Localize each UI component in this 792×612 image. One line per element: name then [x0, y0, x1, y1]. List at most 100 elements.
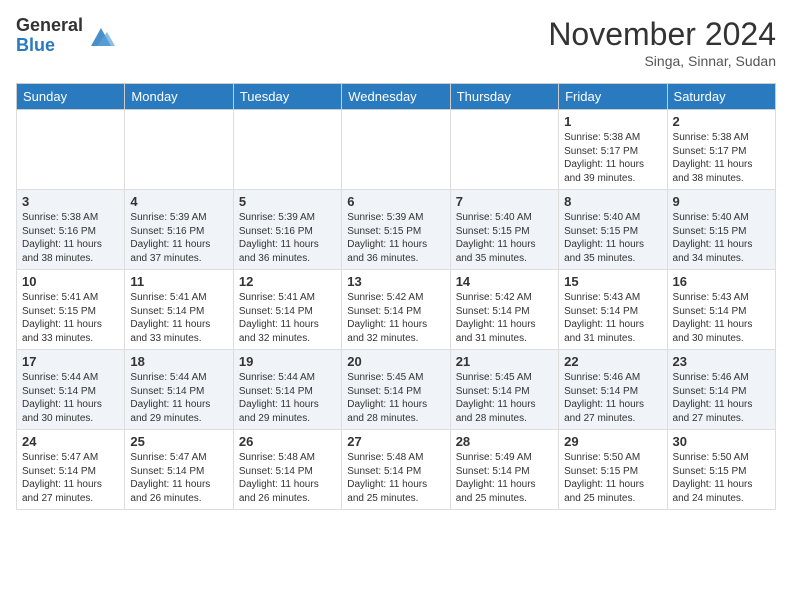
calendar-cell-0-3 [342, 110, 450, 190]
day-number: 23 [673, 354, 770, 369]
day-number: 10 [22, 274, 119, 289]
calendar-week-row-0: 1 Sunrise: 5:38 AM Sunset: 5:17 PM Daylig… [17, 110, 776, 190]
calendar-cell-1-5: 8Sunrise: 5:40 AM Sunset: 5:15 PM Daylig… [559, 190, 667, 270]
day-number: 22 [564, 354, 661, 369]
calendar-cell-1-2: 5 Sunrise: 5:39 AM Sunset: 5:16 PM Daylig… [233, 190, 341, 270]
calendar-cell-1-3: 6 Sunrise: 5:39 AM Sunset: 5:15 PM Daylig… [342, 190, 450, 270]
day-content: Sunrise: 5:48 AM Sunset: 5:14 PM Dayligh… [239, 451, 336, 505]
day-content: Sunrise: 5:39 AM Sunset: 5:15 PM Dayligh… [347, 211, 444, 265]
calendar-cell-1-0: 3 Sunrise: 5:38 AM Sunset: 5:16 PM Daylig… [17, 190, 125, 270]
day-number: 28 [456, 434, 553, 449]
day-content: Sunrise: 5:44 AM Sunset: 5:14 PM Dayligh… [239, 371, 336, 425]
day-content: Sunrise: 5:40 AM Sunset: 5:15 PM Dayligh… [673, 211, 770, 265]
day-number: 27 [347, 434, 444, 449]
logo: General Blue [16, 16, 115, 56]
calendar-cell-0-5: 1 Sunrise: 5:38 AM Sunset: 5:17 PM Daylig… [559, 110, 667, 190]
logo-blue: Blue [16, 36, 83, 56]
calendar-cell-3-2: 19 Sunrise: 5:44 AM Sunset: 5:14 PM Dayli… [233, 350, 341, 430]
col-saturday: Saturday [667, 84, 775, 110]
day-number: 6 [347, 194, 444, 209]
day-number: 26 [239, 434, 336, 449]
day-number: 4 [130, 194, 227, 209]
day-content: Sunrise: 5:38 AM Sunset: 5:16 PM Dayligh… [22, 211, 119, 265]
title-block: November 2024 Singa, Sinnar, Sudan [548, 16, 776, 69]
calendar-cell-4-2: 26 Sunrise: 5:48 AM Sunset: 5:14 PM Dayli… [233, 430, 341, 510]
day-number: 21 [456, 354, 553, 369]
calendar-cell-0-0 [17, 110, 125, 190]
day-number: 19 [239, 354, 336, 369]
calendar-cell-0-1 [125, 110, 233, 190]
col-friday: Friday [559, 84, 667, 110]
day-content: Sunrise: 5:44 AM Sunset: 5:14 PM Dayligh… [22, 371, 119, 425]
day-number: 1 [564, 114, 661, 129]
day-number: 2 [673, 114, 770, 129]
day-content: Sunrise: 5:38 AM Sunset: 5:17 PM Dayligh… [673, 131, 770, 185]
day-content: Sunrise: 5:42 AM Sunset: 5:14 PM Dayligh… [456, 291, 553, 345]
page: General Blue November 2024 Singa, Sinnar… [0, 0, 792, 522]
calendar-cell-2-5: 15 Sunrise: 5:43 AM Sunset: 5:14 PM Dayli… [559, 270, 667, 350]
day-number: 17 [22, 354, 119, 369]
day-number: 18 [130, 354, 227, 369]
day-content: Sunrise: 5:43 AM Sunset: 5:14 PM Dayligh… [673, 291, 770, 345]
day-content: Sunrise: 5:41 AM Sunset: 5:14 PM Dayligh… [130, 291, 227, 345]
day-number: 11 [130, 274, 227, 289]
day-number: 24 [22, 434, 119, 449]
calendar-cell-0-4 [450, 110, 558, 190]
calendar-week-row-2: 10 Sunrise: 5:41 AM Sunset: 5:15 PM Dayli… [17, 270, 776, 350]
day-content: Sunrise: 5:47 AM Sunset: 5:14 PM Dayligh… [130, 451, 227, 505]
day-number: 7 [456, 194, 553, 209]
day-content: Sunrise: 5:38 AM Sunset: 5:17 PM Dayligh… [564, 131, 661, 185]
calendar-header-row: Sunday Monday Tuesday Wednesday Thursday… [17, 84, 776, 110]
day-content: Sunrise: 5:41 AM Sunset: 5:15 PM Dayligh… [22, 291, 119, 345]
day-content: Sunrise: 5:47 AM Sunset: 5:14 PM Dayligh… [22, 451, 119, 505]
calendar-cell-2-4: 14Sunrise: 5:42 AM Sunset: 5:14 PM Dayli… [450, 270, 558, 350]
day-number: 13 [347, 274, 444, 289]
day-content: Sunrise: 5:50 AM Sunset: 5:15 PM Dayligh… [564, 451, 661, 505]
calendar-cell-4-4: 28 Sunrise: 5:49 AM Sunset: 5:14 PM Dayli… [450, 430, 558, 510]
month-title: November 2024 [548, 16, 776, 53]
day-number: 9 [673, 194, 770, 209]
calendar-table: Sunday Monday Tuesday Wednesday Thursday… [16, 83, 776, 510]
calendar-cell-4-6: 30Sunrise: 5:50 AM Sunset: 5:15 PM Dayli… [667, 430, 775, 510]
day-content: Sunrise: 5:49 AM Sunset: 5:14 PM Dayligh… [456, 451, 553, 505]
day-content: Sunrise: 5:43 AM Sunset: 5:14 PM Dayligh… [564, 291, 661, 345]
day-number: 30 [673, 434, 770, 449]
calendar-cell-0-6: 2 Sunrise: 5:38 AM Sunset: 5:17 PM Daylig… [667, 110, 775, 190]
location: Singa, Sinnar, Sudan [548, 53, 776, 69]
calendar-cell-3-1: 18 Sunrise: 5:44 AM Sunset: 5:14 PM Dayli… [125, 350, 233, 430]
day-number: 20 [347, 354, 444, 369]
day-content: Sunrise: 5:41 AM Sunset: 5:14 PM Dayligh… [239, 291, 336, 345]
col-tuesday: Tuesday [233, 84, 341, 110]
calendar-week-row-4: 24 Sunrise: 5:47 AM Sunset: 5:14 PM Dayli… [17, 430, 776, 510]
day-content: Sunrise: 5:44 AM Sunset: 5:14 PM Dayligh… [130, 371, 227, 425]
calendar-cell-2-1: 11 Sunrise: 5:41 AM Sunset: 5:14 PM Dayli… [125, 270, 233, 350]
day-content: Sunrise: 5:45 AM Sunset: 5:14 PM Dayligh… [456, 371, 553, 425]
col-monday: Monday [125, 84, 233, 110]
header: General Blue November 2024 Singa, Sinnar… [16, 16, 776, 69]
day-number: 29 [564, 434, 661, 449]
calendar-cell-0-2 [233, 110, 341, 190]
calendar-cell-1-6: 9 Sunrise: 5:40 AM Sunset: 5:15 PM Daylig… [667, 190, 775, 270]
calendar-cell-4-3: 27Sunrise: 5:48 AM Sunset: 5:14 PM Dayli… [342, 430, 450, 510]
calendar-cell-4-0: 24 Sunrise: 5:47 AM Sunset: 5:14 PM Dayli… [17, 430, 125, 510]
day-content: Sunrise: 5:46 AM Sunset: 5:14 PM Dayligh… [564, 371, 661, 425]
calendar-cell-3-0: 17 Sunrise: 5:44 AM Sunset: 5:14 PM Dayli… [17, 350, 125, 430]
calendar-cell-1-1: 4 Sunrise: 5:39 AM Sunset: 5:16 PM Daylig… [125, 190, 233, 270]
day-number: 5 [239, 194, 336, 209]
logo-text: General Blue [16, 16, 83, 56]
day-content: Sunrise: 5:39 AM Sunset: 5:16 PM Dayligh… [239, 211, 336, 265]
day-number: 3 [22, 194, 119, 209]
day-content: Sunrise: 5:39 AM Sunset: 5:16 PM Dayligh… [130, 211, 227, 265]
day-number: 8 [564, 194, 661, 209]
calendar-cell-3-6: 23 Sunrise: 5:46 AM Sunset: 5:14 PM Dayli… [667, 350, 775, 430]
calendar-cell-3-5: 22 Sunrise: 5:46 AM Sunset: 5:14 PM Dayli… [559, 350, 667, 430]
day-content: Sunrise: 5:40 AM Sunset: 5:15 PM Dayligh… [456, 211, 553, 265]
day-content: Sunrise: 5:46 AM Sunset: 5:14 PM Dayligh… [673, 371, 770, 425]
col-wednesday: Wednesday [342, 84, 450, 110]
calendar-cell-4-1: 25Sunrise: 5:47 AM Sunset: 5:14 PM Dayli… [125, 430, 233, 510]
day-content: Sunrise: 5:42 AM Sunset: 5:14 PM Dayligh… [347, 291, 444, 345]
calendar-cell-2-2: 12Sunrise: 5:41 AM Sunset: 5:14 PM Dayli… [233, 270, 341, 350]
day-number: 15 [564, 274, 661, 289]
calendar-cell-2-3: 13 Sunrise: 5:42 AM Sunset: 5:14 PM Dayli… [342, 270, 450, 350]
calendar-week-row-3: 17 Sunrise: 5:44 AM Sunset: 5:14 PM Dayli… [17, 350, 776, 430]
